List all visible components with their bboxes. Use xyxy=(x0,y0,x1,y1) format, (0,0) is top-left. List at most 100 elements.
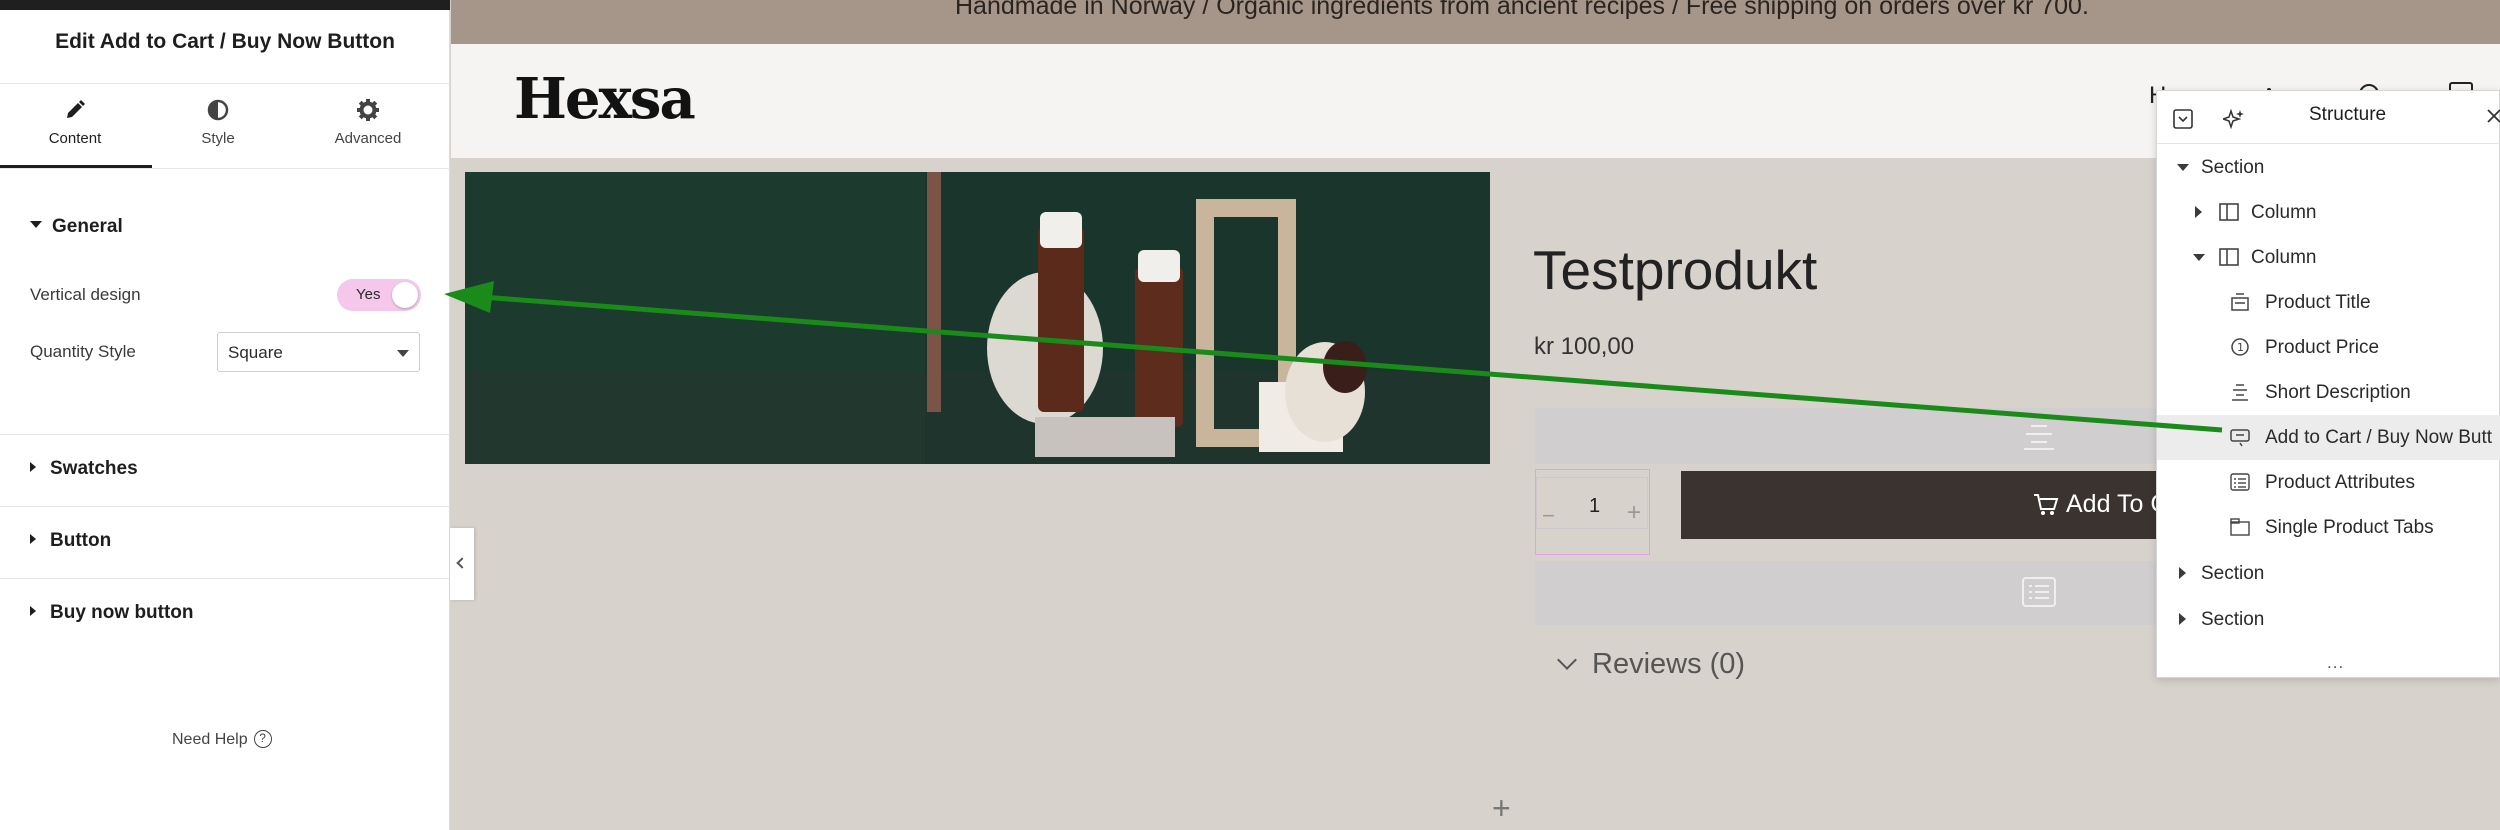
tree-item-single-product-tabs[interactable]: Single Product Tabs xyxy=(2157,505,2500,550)
announcement-bar: Handmade in Norway / Organic ingredients… xyxy=(451,0,2500,44)
tree-item-label: Product Title xyxy=(2265,292,2371,313)
divider xyxy=(0,578,450,579)
site-logo[interactable]: Hexsa xyxy=(514,66,696,132)
tab-label: Advanced xyxy=(334,130,402,147)
tab-style[interactable]: Style xyxy=(143,98,293,168)
more-icon[interactable]: ... xyxy=(2327,653,2344,673)
add-to-cart-button[interactable]: Add To C xyxy=(1681,471,2181,539)
tree-item-label: Column xyxy=(2251,202,2317,223)
tree-item-product-price[interactable]: 1 Product Price xyxy=(2157,325,2500,370)
chevron-down-icon xyxy=(1557,650,1577,670)
tree-item-section[interactable]: Section xyxy=(2157,145,2500,190)
attributes-list-icon xyxy=(2230,473,2250,491)
tree-item-label: Section xyxy=(2201,157,2265,178)
tree-item-column[interactable]: Column xyxy=(2157,190,2500,235)
caret-right-icon xyxy=(2179,567,2186,579)
section-general-toggle[interactable]: General xyxy=(30,216,123,238)
caret-right-icon xyxy=(2179,613,2186,625)
quantity-decrement-button[interactable]: − xyxy=(1542,503,1555,529)
editor-panel: Edit Add to Cart / Buy Now Button Conten… xyxy=(0,0,450,830)
quantity-increment-button[interactable]: + xyxy=(1627,499,1641,527)
toggle-knob xyxy=(392,282,418,308)
short-description-placeholder xyxy=(1535,408,2175,464)
quantity-style-label: Quantity Style xyxy=(30,342,136,361)
divider xyxy=(0,506,450,507)
divider xyxy=(0,168,450,169)
vertical-design-toggle[interactable]: Yes xyxy=(337,279,421,311)
price-icon: 1 xyxy=(2231,338,2249,356)
product-tabs-icon xyxy=(2230,518,2250,536)
need-help-link[interactable]: Need Help? xyxy=(172,730,272,749)
tree-item-column[interactable]: Column xyxy=(2157,235,2500,280)
section-button-toggle[interactable]: Button xyxy=(30,530,111,552)
short-description-icon xyxy=(2232,384,2248,401)
quantity-value[interactable]: 1 xyxy=(1589,491,1601,521)
chevron-left-icon xyxy=(456,557,468,569)
tree-item-label: Add to Cart / Buy Now Butt xyxy=(2265,427,2493,448)
tree-item-label: Product Price xyxy=(2265,337,2380,358)
product-photo xyxy=(465,172,1490,464)
toggle-state-text: Yes xyxy=(356,286,381,303)
tree-item-product-title[interactable]: Product Title xyxy=(2157,280,2500,325)
quantity-style-select[interactable]: Square xyxy=(217,332,420,372)
tree-item-label: Section xyxy=(2201,609,2265,630)
product-price: kr 100,00 xyxy=(1534,333,1635,360)
caret-right-icon xyxy=(30,461,36,472)
section-buy-now-toggle[interactable]: Buy now button xyxy=(30,602,194,624)
tree-item-add-to-cart[interactable]: Add to Cart / Buy Now Butt xyxy=(2157,415,2500,460)
text-align-icon xyxy=(2024,425,2054,450)
half-circle-icon xyxy=(207,99,229,121)
add-to-cart-icon xyxy=(2230,429,2250,447)
caret-down-icon xyxy=(2177,164,2189,171)
announcement-text: Handmade in Norway / Organic ingredients… xyxy=(955,0,2089,20)
caret-right-icon xyxy=(2195,206,2202,218)
structure-title: Structure xyxy=(2309,104,2387,125)
tree-item-label: Column xyxy=(2251,247,2317,268)
tree-item-short-description[interactable]: Short Description xyxy=(2157,370,2500,415)
tab-advanced[interactable]: Advanced xyxy=(293,98,443,168)
cart-icon xyxy=(2034,494,2059,515)
product-attributes-placeholder xyxy=(1535,561,2175,625)
section-title: Button xyxy=(50,530,112,551)
pencil-icon xyxy=(67,100,85,118)
caret-down-icon xyxy=(397,350,409,357)
product-title: Testprodukt xyxy=(1533,239,1818,301)
caret-right-icon xyxy=(30,605,36,616)
section-general-title: General xyxy=(52,216,123,237)
reviews-label: Reviews (0) xyxy=(1592,648,1746,680)
add-section-button[interactable]: + xyxy=(1492,790,1511,827)
collapse-all-icon[interactable] xyxy=(2173,109,2193,129)
column-icon xyxy=(2219,248,2239,266)
product-title-icon xyxy=(2231,293,2249,311)
list-icon xyxy=(2022,577,2056,607)
caret-down-icon xyxy=(2193,254,2205,261)
need-help-label: Need Help xyxy=(172,731,248,749)
section-title: Swatches xyxy=(50,458,138,479)
svg-text:1: 1 xyxy=(2237,341,2244,354)
caret-right-icon xyxy=(30,533,36,544)
add-to-cart-label: Add To C xyxy=(2066,490,2169,518)
tab-content[interactable]: Content xyxy=(0,98,150,168)
panel-top-bar xyxy=(0,0,450,10)
section-title: Buy now button xyxy=(50,602,194,623)
column-icon xyxy=(2219,203,2239,221)
panel-title: Edit Add to Cart / Buy Now Button xyxy=(55,30,395,53)
tree-item-section[interactable]: Section xyxy=(2157,551,2500,596)
tab-label: Style xyxy=(201,130,235,147)
collapse-panel-button[interactable] xyxy=(450,528,474,600)
tree-item-label: Section xyxy=(2201,563,2265,584)
tree-item-section[interactable]: Section xyxy=(2157,597,2500,642)
vertical-design-label: Vertical design xyxy=(30,285,141,304)
product-image xyxy=(465,172,1490,464)
tree-item-product-attributes[interactable]: Product Attributes xyxy=(2157,460,2500,505)
structure-header: Structure xyxy=(2157,91,2500,144)
divider xyxy=(0,83,450,84)
tree-item-label: Product Attributes xyxy=(2265,472,2415,493)
ai-sparkle-icon[interactable] xyxy=(2223,109,2245,129)
tree-item-label: Short Description xyxy=(2265,382,2411,403)
divider xyxy=(0,434,450,435)
section-swatches-toggle[interactable]: Swatches xyxy=(30,458,138,480)
caret-down-icon xyxy=(30,221,42,229)
close-icon[interactable] xyxy=(2487,109,2500,123)
reviews-accordion[interactable]: Reviews (0) xyxy=(1557,648,1746,681)
